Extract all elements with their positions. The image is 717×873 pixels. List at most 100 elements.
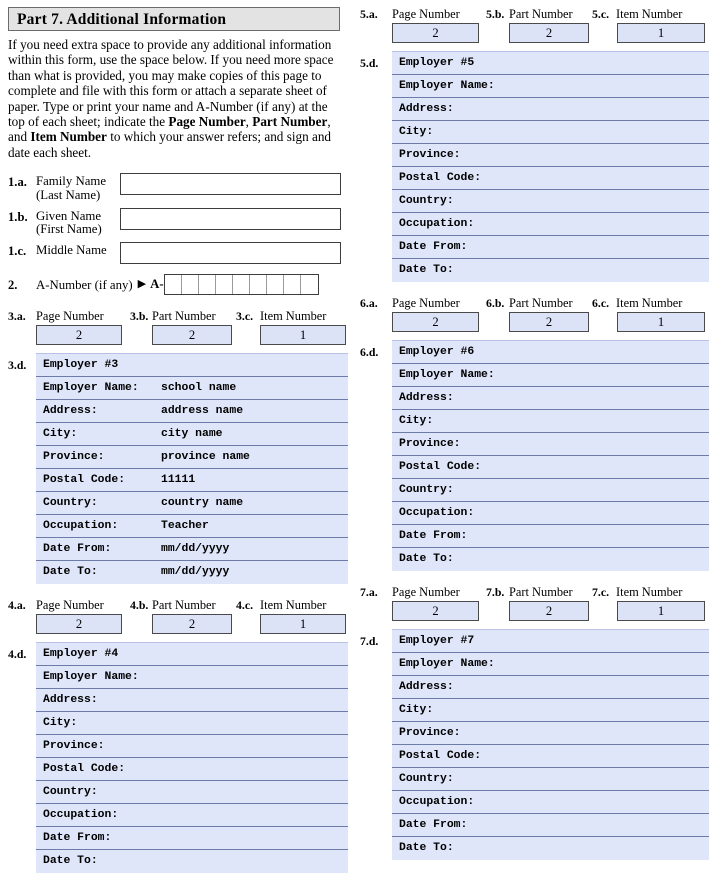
item-number-label: Item Number — [616, 296, 683, 310]
item-number-field[interactable]: 1 — [617, 23, 705, 43]
item-number-field[interactable]: 1 — [617, 312, 705, 332]
date-to-row[interactable]: Date To: mm/dd/yyyy — [36, 561, 348, 584]
city-key: City: — [43, 427, 78, 440]
section-6-index-b: 6.b. — [486, 296, 505, 310]
section-5-index-d: 5.d. — [360, 56, 379, 70]
part-number-field[interactable]: 2 — [509, 312, 589, 332]
page-number-field[interactable]: 2 — [36, 614, 122, 635]
a-number-cell[interactable] — [284, 275, 301, 295]
given-name-input[interactable] — [120, 207, 341, 230]
item-number-field[interactable]: 1 — [260, 325, 346, 346]
city-row[interactable]: City: — [392, 410, 709, 433]
item-number-field[interactable]: 1 — [260, 614, 346, 635]
postal-code-key: Postal Code: — [399, 171, 482, 184]
a-number-cell[interactable] — [182, 275, 199, 295]
address-row[interactable]: Address: — [392, 98, 709, 121]
a-number-cell[interactable] — [301, 275, 318, 294]
part-number-field[interactable]: 2 — [152, 614, 232, 635]
a-number-grid[interactable] — [163, 274, 319, 296]
employer-title-row[interactable]: Employer #7 — [392, 630, 709, 653]
province-key: Province: — [399, 148, 461, 161]
employer-title-row[interactable]: Employer #6 — [392, 341, 709, 364]
occupation-row[interactable]: Occupation: — [36, 804, 348, 828]
middle-name-input[interactable] — [120, 242, 341, 265]
city-key: City: — [399, 125, 434, 138]
section-5-index-a: 5.a. — [360, 7, 378, 21]
employer-title-row[interactable]: Employer #5 — [392, 52, 709, 75]
country-row[interactable]: Country: — [392, 190, 709, 213]
a-number-cell[interactable] — [216, 275, 233, 295]
country-row[interactable]: Country: — [392, 768, 709, 791]
section-3-ppi: 3.a. Page Number 3.b. Part Number 3.c. I… — [8, 309, 348, 346]
date-from-row[interactable]: Date From: — [392, 525, 709, 548]
page-number-label: Page Number — [36, 598, 104, 613]
province-row[interactable]: Province: — [392, 144, 709, 167]
employer-title: Employer #7 — [399, 634, 475, 647]
occupation-row[interactable]: Occupation: — [392, 213, 709, 236]
page-number-field[interactable]: 2 — [392, 312, 479, 332]
a-number-cell[interactable] — [267, 275, 284, 295]
date-from-row[interactable]: Date From: — [392, 236, 709, 259]
occupation-row[interactable]: Occupation: Teacher — [36, 515, 348, 539]
section-7-index-b: 7.b. — [486, 585, 505, 599]
a-number-cell[interactable] — [165, 275, 182, 295]
a-number-cell[interactable] — [250, 275, 267, 295]
province-row[interactable]: Province: province name — [36, 446, 348, 470]
given-name-label: Given Name (First Name) — [36, 208, 120, 236]
section-5-ppi-labels: 5.a. Page Number 5.b. Part Number 5.c. I… — [360, 7, 709, 22]
country-row[interactable]: Country: — [36, 781, 348, 805]
family-name-label: Family Name (Last Name) — [36, 173, 120, 202]
date-from-row[interactable]: Date From: mm/dd/yyyy — [36, 538, 348, 562]
postal-code-row[interactable]: Postal Code: — [392, 167, 709, 190]
employer-name-row[interactable]: Employer Name: — [392, 364, 709, 387]
date-to-row[interactable]: Date To: — [392, 259, 709, 282]
date-from-row[interactable]: Date From: — [36, 827, 348, 851]
occupation-row[interactable]: Occupation: — [392, 791, 709, 814]
province-row[interactable]: Province: — [392, 433, 709, 456]
country-row[interactable]: Country: — [392, 479, 709, 502]
left-column: Part 7. Additional Information If you ne… — [8, 0, 348, 873]
city-row[interactable]: City: — [392, 699, 709, 722]
city-row[interactable]: City: — [36, 712, 348, 736]
part-number-field[interactable]: 2 — [509, 601, 589, 621]
part-number-label: Part Number — [152, 598, 216, 613]
given-name-label-line2: (First Name) — [36, 222, 102, 237]
section-5-ppi: 5.a. Page Number 5.b. Part Number 5.c. I… — [360, 7, 709, 43]
postal-code-row[interactable]: Postal Code: — [36, 758, 348, 782]
address-row[interactable]: Address: — [392, 676, 709, 699]
part-number-field[interactable]: 2 — [509, 23, 589, 43]
part-number-label: Part Number — [509, 585, 573, 599]
employer-name-row[interactable]: Employer Name: — [392, 653, 709, 676]
page-number-field[interactable]: 2 — [392, 23, 479, 43]
a-number-cell[interactable] — [233, 275, 250, 295]
postal-code-row[interactable]: Postal Code: — [392, 456, 709, 479]
city-row[interactable]: City: city name — [36, 423, 348, 447]
postal-code-row[interactable]: Postal Code: — [392, 745, 709, 768]
postal-code-row[interactable]: Postal Code: 11111 — [36, 469, 348, 493]
date-from-row[interactable]: Date From: — [392, 814, 709, 837]
address-row[interactable]: Address: — [36, 689, 348, 713]
country-row[interactable]: Country: country name — [36, 492, 348, 516]
employer-title-row[interactable]: Employer #4 — [36, 643, 348, 667]
a-number-prefix: A- — [150, 277, 164, 292]
date-to-row[interactable]: Date To: — [36, 850, 348, 873]
employer-title-row[interactable]: Employer #3 — [36, 354, 348, 378]
date-to-row[interactable]: Date To: — [392, 837, 709, 860]
address-row[interactable]: Address: address name — [36, 400, 348, 424]
date-to-row[interactable]: Date To: — [392, 548, 709, 571]
page-number-field[interactable]: 2 — [392, 601, 479, 621]
employer-name-row[interactable]: Employer Name: — [36, 666, 348, 690]
part-number-field[interactable]: 2 — [152, 325, 232, 346]
province-row[interactable]: Province: — [36, 735, 348, 759]
province-row[interactable]: Province: — [392, 722, 709, 745]
city-row[interactable]: City: — [392, 121, 709, 144]
address-row[interactable]: Address: — [392, 387, 709, 410]
employer-name-row[interactable]: Employer Name: — [392, 75, 709, 98]
a-number-cell[interactable] — [199, 275, 216, 295]
family-name-input[interactable] — [120, 173, 341, 196]
occupation-row[interactable]: Occupation: — [392, 502, 709, 525]
employer-name-row[interactable]: Employer Name: school name — [36, 377, 348, 401]
employer-name-key: Employer Name: — [399, 657, 495, 670]
page-number-field[interactable]: 2 — [36, 325, 122, 346]
item-number-field[interactable]: 1 — [617, 601, 705, 621]
